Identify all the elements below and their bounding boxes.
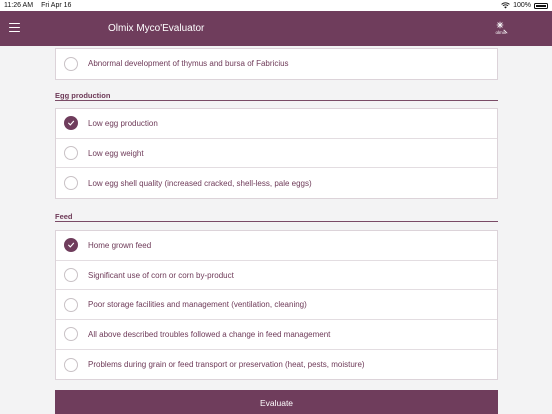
option-feed-management-change[interactable]: All above described troubles followed a … [56,320,497,350]
wifi-icon [501,2,510,9]
evaluate-button[interactable]: Evaluate [55,390,498,414]
option-label: Abnormal development of thymus and bursa… [88,59,289,69]
checkmark-icon[interactable] [64,238,78,253]
option-label: Significant use of corn or corn by-produ… [88,270,234,280]
radio-unchecked-icon[interactable] [64,297,78,312]
option-label: Problems during grain or feed transport … [88,360,365,370]
radio-unchecked-icon[interactable] [64,268,78,283]
option-poor-storage[interactable]: Poor storage facilities and management (… [56,290,497,321]
card-top: Abnormal development of thymus and bursa… [55,48,498,80]
option-label: Home grown feed [88,240,152,250]
status-bar: 11:26 AM Fri Apr 16 100% [0,0,552,11]
section-divider [55,221,498,222]
option-low-egg-weight[interactable]: Low egg weight [56,139,497,169]
radio-unchecked-icon[interactable] [64,146,78,161]
option-label: Low egg weight [88,148,144,158]
option-thymus-bursa[interactable]: Abnormal development of thymus and bursa… [56,49,497,79]
checkmark-icon[interactable] [64,116,78,131]
section-title-feed: Feed [55,212,73,221]
menu-icon[interactable] [9,23,20,32]
battery-icon [534,2,548,9]
radio-unchecked-icon[interactable] [64,357,78,372]
option-low-egg-shell-quality[interactable]: Low egg shell quality (increased cracked… [56,168,497,198]
option-label: Low egg production [88,118,158,128]
section-divider [55,100,498,101]
option-low-egg-production[interactable]: Low egg production [56,109,497,139]
card-feed: Home grown feed Significant use of corn … [55,230,498,381]
logo-text: olmix [495,30,506,35]
option-label: Poor storage facilities and management (… [88,300,307,310]
app-bar: Olmix Myco'Evaluator olmix [0,11,552,46]
option-corn-use[interactable]: Significant use of corn or corn by-produ… [56,261,497,291]
app-title: Olmix Myco'Evaluator [108,23,205,34]
option-transport-preservation[interactable]: Problems during grain or feed transport … [56,350,497,380]
battery-percent: 100% [513,2,531,9]
option-label: All above described troubles followed a … [88,329,331,339]
status-indicators: 100% [501,2,548,9]
section-title-egg-production: Egg production [55,91,111,100]
radio-unchecked-icon[interactable] [64,176,78,191]
evaluator-form: Abnormal development of thymus and bursa… [0,46,552,414]
status-time: 11:26 AM [4,2,34,9]
option-label: Low egg shell quality (increased cracked… [88,178,312,188]
radio-unchecked-icon[interactable] [64,56,78,71]
option-home-grown-feed[interactable]: Home grown feed [56,231,497,261]
status-date: Fri Apr 16 [41,2,72,9]
card-egg-production: Low egg production Low egg weight Low eg… [55,108,498,200]
radio-unchecked-icon[interactable] [64,327,78,342]
